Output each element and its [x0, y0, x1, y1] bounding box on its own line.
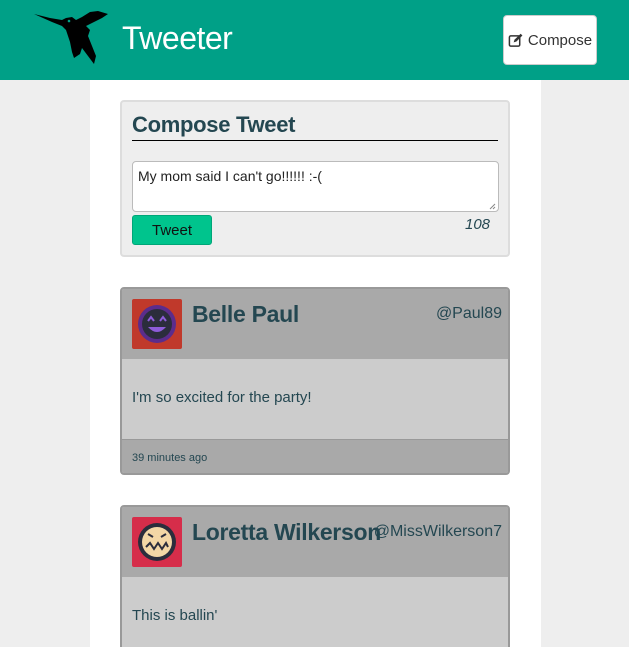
user-name: Belle Paul [192, 301, 299, 327]
tweet-timestamp: 39 minutes ago [122, 439, 508, 473]
compose-heading: Compose Tweet [132, 112, 498, 141]
tweet-header: Belle Paul @Paul89 [122, 289, 508, 359]
user-handle: @MissWilkerson7 [373, 523, 502, 540]
brand-title[interactable]: Tweeter [122, 20, 233, 57]
user-handle: @Paul89 [435, 305, 502, 322]
compose-button[interactable]: Compose [503, 15, 597, 65]
smiling-face-avatar-icon [132, 299, 182, 349]
navbar: Tweeter Compose [0, 0, 629, 80]
tweet-card: Loretta Wilkerson @MissWilkerson7 This i… [120, 505, 510, 647]
edit-icon [508, 33, 523, 47]
tweet-content: This is ballin' [122, 577, 508, 647]
user-name: Loretta Wilkerson [192, 519, 381, 545]
tweet-content: I'm so excited for the party! [122, 359, 508, 439]
tweet-text-input[interactable]: My mom said I can't go!!!!!! :-( [132, 161, 499, 212]
resize-grip-icon[interactable] [489, 203, 496, 210]
compose-button-label: Compose [527, 31, 593, 49]
char-counter: 108 [465, 216, 491, 233]
grimacing-face-avatar-icon [132, 517, 182, 567]
tweet-header: Loretta Wilkerson @MissWilkerson7 [122, 507, 508, 577]
tweet-card: Belle Paul @Paul89 I'm so excited for th… [120, 287, 510, 475]
hummingbird-icon[interactable] [32, 8, 112, 68]
tweet-button[interactable]: Tweet [132, 215, 212, 245]
new-tweet-section: Compose Tweet My mom said I can't go!!!!… [120, 100, 510, 257]
